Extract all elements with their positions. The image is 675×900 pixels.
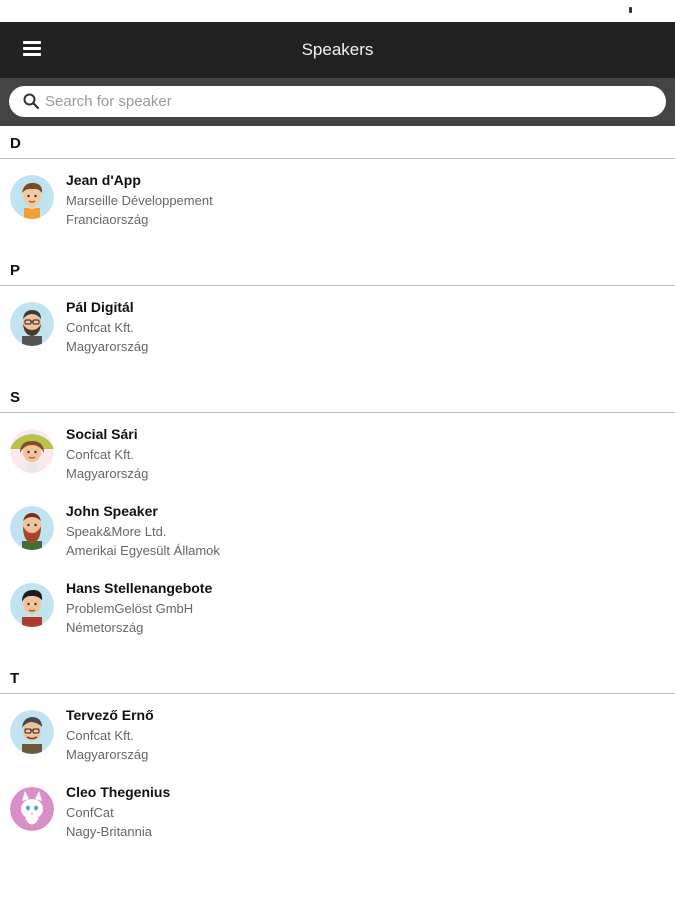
avatar-cat-icon <box>10 787 54 831</box>
speaker-company: Confcat Kft. <box>66 728 134 743</box>
speaker-name: Tervező Ernő <box>66 707 154 723</box>
avatar-red-beard-icon <box>10 506 54 550</box>
search-field[interactable] <box>9 86 666 117</box>
search-input[interactable] <box>45 86 645 117</box>
status-indicator-icon <box>629 7 632 13</box>
speaker-row[interactable]: Social Sári Confcat Kft. Magyarország <box>0 413 675 490</box>
speaker-country: Amerikai Egyesült Államok <box>66 543 220 558</box>
speaker-row[interactable]: John Speaker Speak&More Ltd. Amerikai Eg… <box>0 490 675 567</box>
speaker-row[interactable]: Cleo Thegenius ConfCat Nagy-Britannia <box>0 771 675 848</box>
speaker-company: Speak&More Ltd. <box>66 524 167 539</box>
speaker-name: Cleo Thegenius <box>66 784 171 800</box>
section-header-s: S <box>0 380 675 413</box>
speaker-company: Confcat Kft. <box>66 447 134 462</box>
speaker-row[interactable]: Jean d'App Marseille Développement Franc… <box>0 159 675 236</box>
avatar-bearded-glasses-icon <box>10 302 54 346</box>
speaker-name: Social Sári <box>66 426 138 442</box>
speaker-row[interactable]: Pál Digitál Confcat Kft. Magyarország <box>0 286 675 363</box>
speaker-name: Hans Stellenangebote <box>66 580 213 596</box>
speaker-name: Jean d'App <box>66 172 141 188</box>
section-header-d: D <box>0 126 675 159</box>
status-bar <box>0 0 675 22</box>
section-header-t: T <box>0 661 675 694</box>
speaker-company: ConfCat <box>66 805 114 820</box>
speaker-country: Magyarország <box>66 466 149 481</box>
speaker-company: Marseille Développement <box>66 193 213 208</box>
avatar-boy-icon <box>10 175 54 219</box>
speaker-country: Franciaország <box>66 212 149 227</box>
avatar-woman-hat-icon <box>10 429 54 473</box>
avatar-glasses-man-icon <box>10 710 54 754</box>
speaker-country: Magyarország <box>66 747 149 762</box>
speaker-country: Magyarország <box>66 339 149 354</box>
speaker-name: Pál Digitál <box>66 299 134 315</box>
app-bar: Speakers <box>0 22 675 78</box>
avatar-man-dark-hair-icon <box>10 583 54 627</box>
speaker-country: Németország <box>66 620 144 635</box>
search-icon <box>23 93 39 109</box>
page-title: Speakers <box>301 40 374 59</box>
section-header-p: P <box>0 253 675 286</box>
speaker-row[interactable]: Hans Stellenangebote ProblemGelöst GmbH … <box>0 567 675 644</box>
speaker-country: Nagy-Britannia <box>66 824 152 839</box>
speaker-row[interactable]: Tervező Ernő Confcat Kft. Magyarország <box>0 694 675 771</box>
speaker-list: D Jean d'App Marseille Développement Fra… <box>0 126 675 848</box>
speaker-company: ProblemGelöst GmbH <box>66 601 194 616</box>
speaker-company: Confcat Kft. <box>66 320 134 335</box>
speaker-name: John Speaker <box>66 503 158 519</box>
search-bar <box>0 78 675 126</box>
